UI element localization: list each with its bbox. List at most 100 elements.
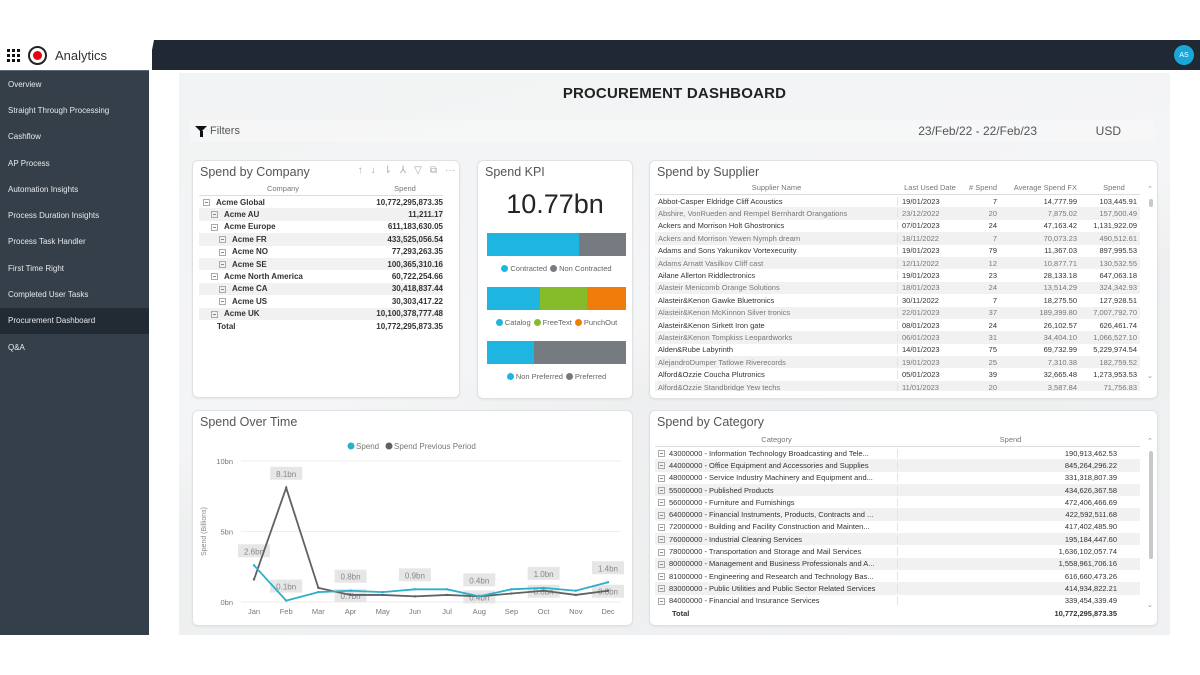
collapse-icon[interactable]	[219, 261, 226, 269]
table-row[interactable]: Alasteir&Kenon Sirkett Iron gate 08/01/20…	[655, 319, 1140, 331]
bar-segment[interactable]	[487, 287, 540, 310]
table-row[interactable]: Alden&Rube Labyrinth 14/01/2023 75 69,732.9…	[655, 344, 1140, 356]
bar-segment[interactable]	[539, 287, 588, 310]
sidebar-item[interactable]: Process Task Handler	[0, 229, 149, 255]
table-row[interactable]: Acme AU 11,211.17	[199, 208, 443, 221]
drill-hierarchy-icon[interactable]: ⅄	[400, 165, 406, 176]
bar-segment[interactable]	[534, 341, 626, 364]
table-row[interactable]: Acme Global 10,772,295,873.35	[199, 196, 443, 208]
bar-segment[interactable]	[578, 233, 626, 256]
table-row[interactable]: Acme Europe 611,183,630.05	[199, 221, 443, 233]
table-row[interactable]: Alasteir&Kenon Tompkiss Leopardworks 06/0…	[655, 331, 1140, 344]
scroll-up-icon[interactable]: ⌃	[1147, 437, 1153, 445]
data-point[interactable]	[317, 590, 320, 594]
user-avatar[interactable]: AS	[1174, 45, 1194, 65]
previous-period-series-line[interactable]	[253, 484, 609, 598]
data-point[interactable]	[349, 589, 352, 592]
data-point[interactable]	[381, 590, 384, 594]
table-row[interactable]: 64000000 - Financial Instruments, Produc…	[655, 508, 1140, 521]
table-row[interactable]: Acme CA 30,418,837.44	[199, 282, 443, 296]
table-row[interactable]: Ackers and Morrison Yewen Nymph dream 18/…	[655, 232, 1140, 245]
data-point[interactable]	[510, 588, 513, 591]
data-point[interactable]	[510, 592, 513, 595]
scroll-up-icon[interactable]: ⌃	[1147, 185, 1153, 193]
table-row[interactable]: 84000000 - Financial and Insurance Servi…	[655, 595, 1140, 607]
data-point[interactable]	[445, 588, 449, 591]
bar-segment[interactable]	[487, 341, 535, 364]
table-row[interactable]: Alford&Ozzie Standbridge Yew techs 11/01/…	[655, 380, 1140, 391]
sidebar-item[interactable]: Cashflow	[0, 124, 149, 150]
filters-button[interactable]: Filters	[210, 125, 240, 137]
table-row[interactable]: Alasteir&Kenon McKinnon Silver tronics 22…	[655, 306, 1140, 319]
table-row[interactable]: 44000000 - Office Equipment and Accessor…	[655, 459, 1140, 472]
category-scrollbar[interactable]: ⌃ ⌄	[1147, 437, 1154, 609]
data-point[interactable]	[349, 593, 352, 597]
currency-selector[interactable]: USD	[1096, 124, 1121, 138]
table-row[interactable]: Ackers and Morrison Holt Ghostronics 07/0…	[655, 220, 1140, 232]
table-row[interactable]: 56000000 - Furniture and Furnishings 472,…	[655, 496, 1140, 508]
app-launcher-icon[interactable]	[7, 48, 20, 62]
expand-icon[interactable]	[658, 536, 665, 544]
sidebar-item[interactable]: Procurement Dashboard	[0, 307, 149, 334]
table-row[interactable]: 80000000 - Management and Business Profe…	[655, 557, 1140, 570]
data-point[interactable]	[445, 593, 449, 597]
sidebar-item[interactable]: AP Process	[0, 150, 149, 176]
table-row[interactable]: Acme FR 433,525,056.54	[199, 233, 443, 246]
scroll-down-icon[interactable]: ⌄	[1147, 601, 1153, 609]
collapse-icon[interactable]	[211, 223, 218, 231]
column-header-supplier[interactable]: Supplier Name	[655, 183, 898, 192]
data-point[interactable]	[606, 581, 610, 584]
table-row[interactable]: Acme NO 77,293,263.35	[199, 246, 443, 258]
scroll-down-icon[interactable]: ⌄	[1147, 372, 1153, 380]
column-header-category[interactable]: Category	[655, 435, 898, 444]
expand-icon[interactable]	[658, 585, 665, 593]
column-header-count[interactable]: # Spend	[962, 183, 997, 192]
expand-icon[interactable]	[658, 573, 665, 581]
column-header-company[interactable]: Company	[199, 184, 367, 193]
data-point[interactable]	[606, 589, 610, 592]
collapse-icon[interactable]	[211, 211, 218, 219]
expand-icon[interactable]	[658, 597, 665, 605]
table-row[interactable]: Ailane Allerton Riddlectronics 19/01/2023…	[655, 269, 1140, 281]
data-point[interactable]	[413, 595, 417, 598]
table-row[interactable]: 48000000 - Service Industry Machinery an…	[655, 472, 1140, 484]
sidebar-item[interactable]: Overview	[0, 71, 149, 97]
table-row[interactable]: 78000000 - Transportation and Storage an…	[655, 545, 1140, 557]
more-options-icon[interactable]: ···	[445, 165, 455, 176]
data-point[interactable]	[542, 586, 545, 590]
data-point[interactable]	[317, 586, 320, 590]
bar-segment[interactable]	[587, 287, 626, 310]
collapse-icon[interactable]	[219, 248, 226, 256]
collapse-icon[interactable]	[219, 236, 226, 244]
collapse-icon[interactable]	[211, 310, 218, 318]
collapse-icon[interactable]	[211, 273, 218, 281]
table-row[interactable]: Alford&Ozzie Coucha Plutronics 05/01/2023…	[655, 368, 1140, 380]
table-row[interactable]: Abshire, VonRueden and Rempel Bernhardt …	[655, 207, 1140, 220]
table-row[interactable]: Acme UK 10,100,378,777.48	[199, 307, 443, 320]
sidebar-item[interactable]: Q&A	[0, 334, 149, 360]
column-header-spend[interactable]: Spend	[367, 184, 443, 193]
supplier-scrollbar[interactable]: ⌃ ⌄	[1147, 185, 1154, 380]
data-point[interactable]	[252, 578, 256, 581]
column-header-spend[interactable]: Spend	[898, 435, 1123, 444]
table-row[interactable]: Acme North America 60,722,254.66	[199, 270, 443, 282]
sidebar-item[interactable]: Process Duration Insights	[0, 202, 149, 228]
sidebar-item[interactable]: First Time Right	[0, 255, 149, 281]
data-point[interactable]	[542, 589, 545, 592]
collapse-icon[interactable]	[219, 285, 226, 293]
filter-icon[interactable]: ▽	[414, 165, 422, 176]
expand-icon[interactable]	[658, 487, 665, 495]
sidebar-item[interactable]: Straight Through Processing	[0, 97, 149, 123]
expand-icon[interactable]	[658, 499, 665, 507]
table-row[interactable]: Acme US 30,303,417.22	[199, 295, 443, 307]
sort-ascending-icon[interactable]: ↑	[358, 165, 363, 176]
scroll-thumb[interactable]	[1149, 451, 1153, 559]
table-row[interactable]: Acme SE 100,365,310.16	[199, 257, 443, 271]
data-point[interactable]	[478, 595, 481, 598]
table-row[interactable]: Abbot-Casper Eldridge Cliff Acoustics 19/…	[655, 195, 1140, 207]
data-point[interactable]	[284, 486, 288, 489]
table-row[interactable]: 43000000 - Information Technology Broadc…	[655, 447, 1140, 459]
collapse-icon[interactable]	[219, 298, 226, 306]
expand-icon[interactable]	[658, 523, 665, 531]
data-point[interactable]	[574, 593, 578, 597]
